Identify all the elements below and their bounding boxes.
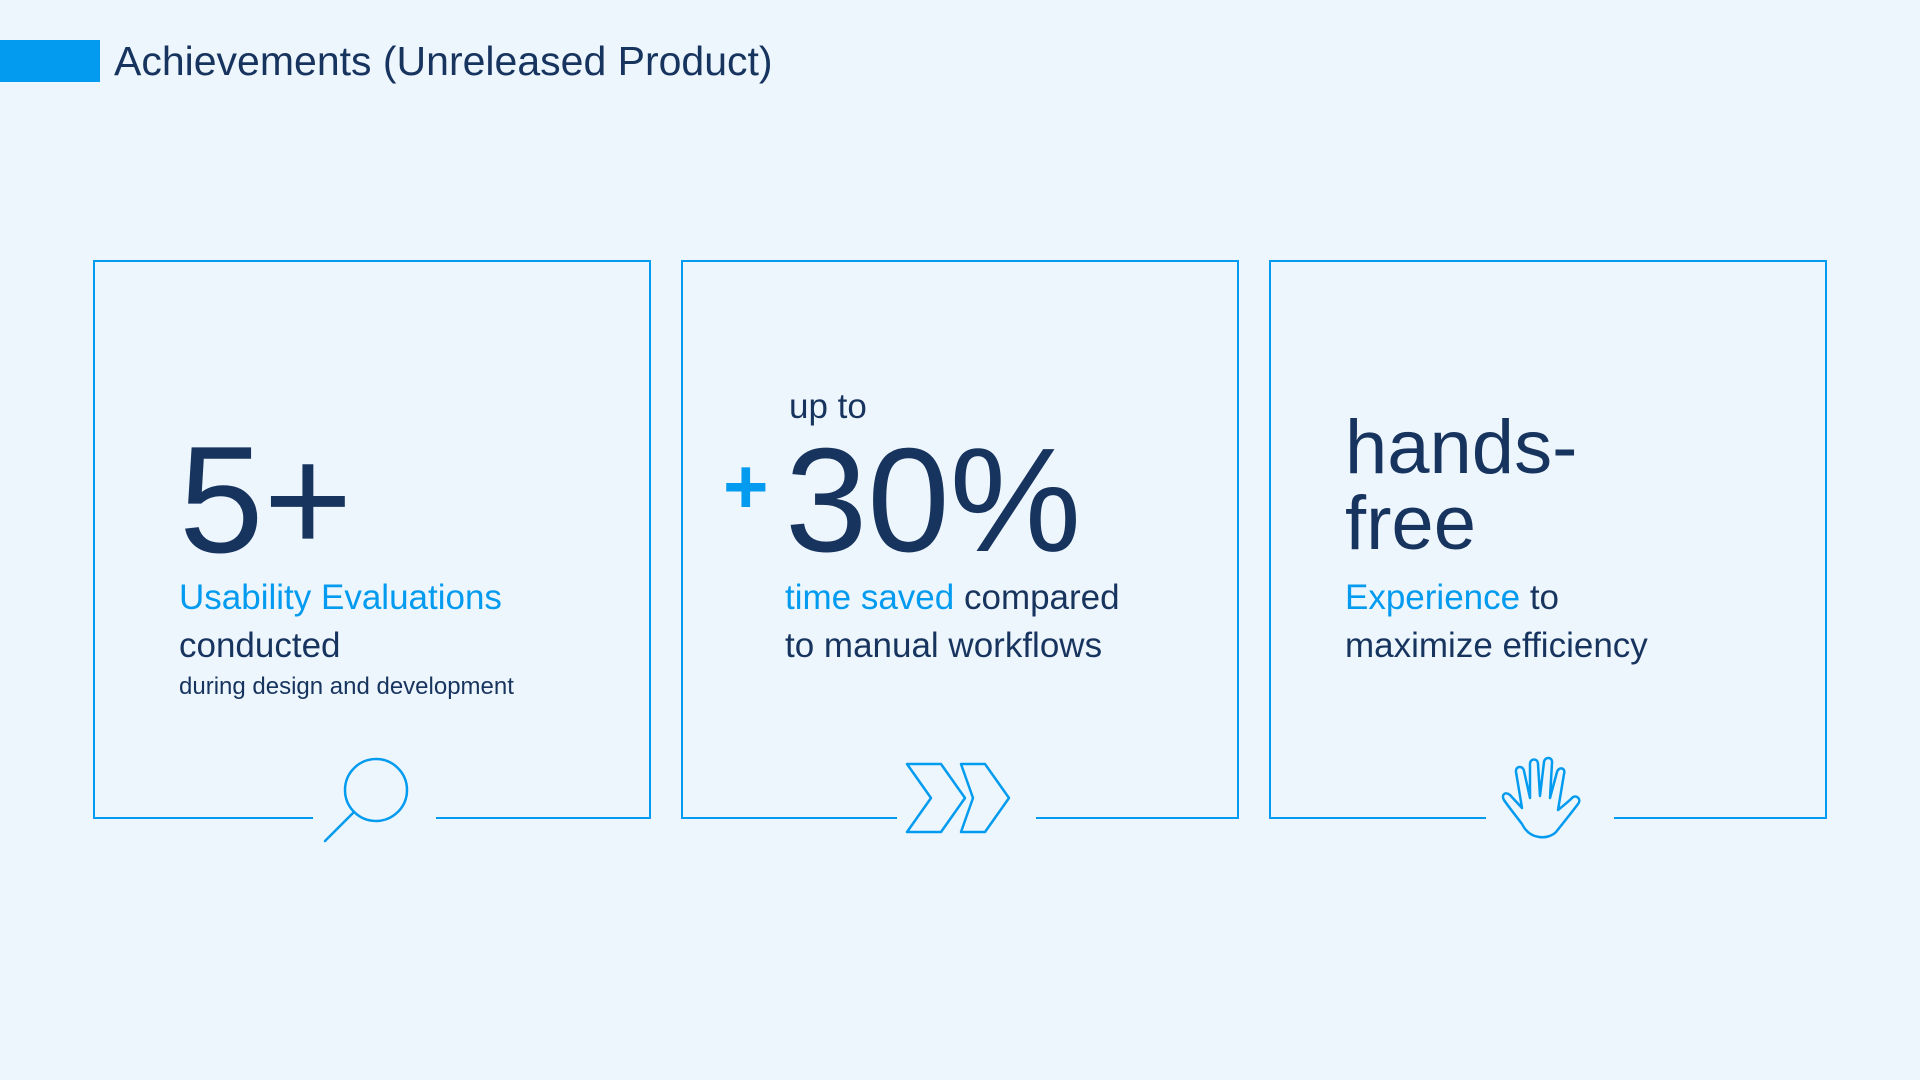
stat-description-rest-line2: to manual workflows [785, 626, 1103, 665]
stat-headline-line2: free [1345, 481, 1476, 566]
stat-headline: 30% [785, 418, 1082, 583]
stat-headline: hands- free [1345, 410, 1577, 562]
stat-card-usability: 5+ Usability Evaluations conducted durin… [93, 260, 651, 843]
stat-description-rest: conducted [179, 626, 341, 665]
stat-description: Experience to maximize efficiency [1345, 574, 1648, 670]
stat-subtext: during design and development [179, 673, 514, 700]
stat-description: Usability Evaluations conducted [179, 574, 502, 670]
stat-description-highlight: Usability Evaluations [179, 578, 502, 617]
stat-description-rest: to [1520, 578, 1560, 617]
stat-description-rest: compared [954, 578, 1120, 617]
hand-icon [1501, 756, 1581, 839]
stat-headline-line1: hands- [1345, 405, 1578, 490]
stat-description-rest-line2: maximize efficiency [1345, 626, 1648, 665]
title-accent-bar [0, 40, 100, 82]
stat-card-hands-free: hands- free Experience to maximize effic… [1269, 260, 1827, 839]
stat-headline: 5+ [179, 415, 353, 585]
stat-card-time-saved: up to + 30% time saved compared to manua… [681, 260, 1239, 834]
stat-description-highlight: time saved [785, 578, 955, 617]
magnifier-icon [323, 757, 409, 843]
stat-description: time saved compared to manual workflows [785, 574, 1120, 670]
double-chevron-icon [905, 762, 1011, 834]
card-frame [93, 260, 651, 819]
plus-sign: + [723, 442, 769, 530]
stat-description-highlight: Experience [1345, 578, 1521, 617]
page-title: Achievements (Unreleased Product) [114, 38, 773, 84]
